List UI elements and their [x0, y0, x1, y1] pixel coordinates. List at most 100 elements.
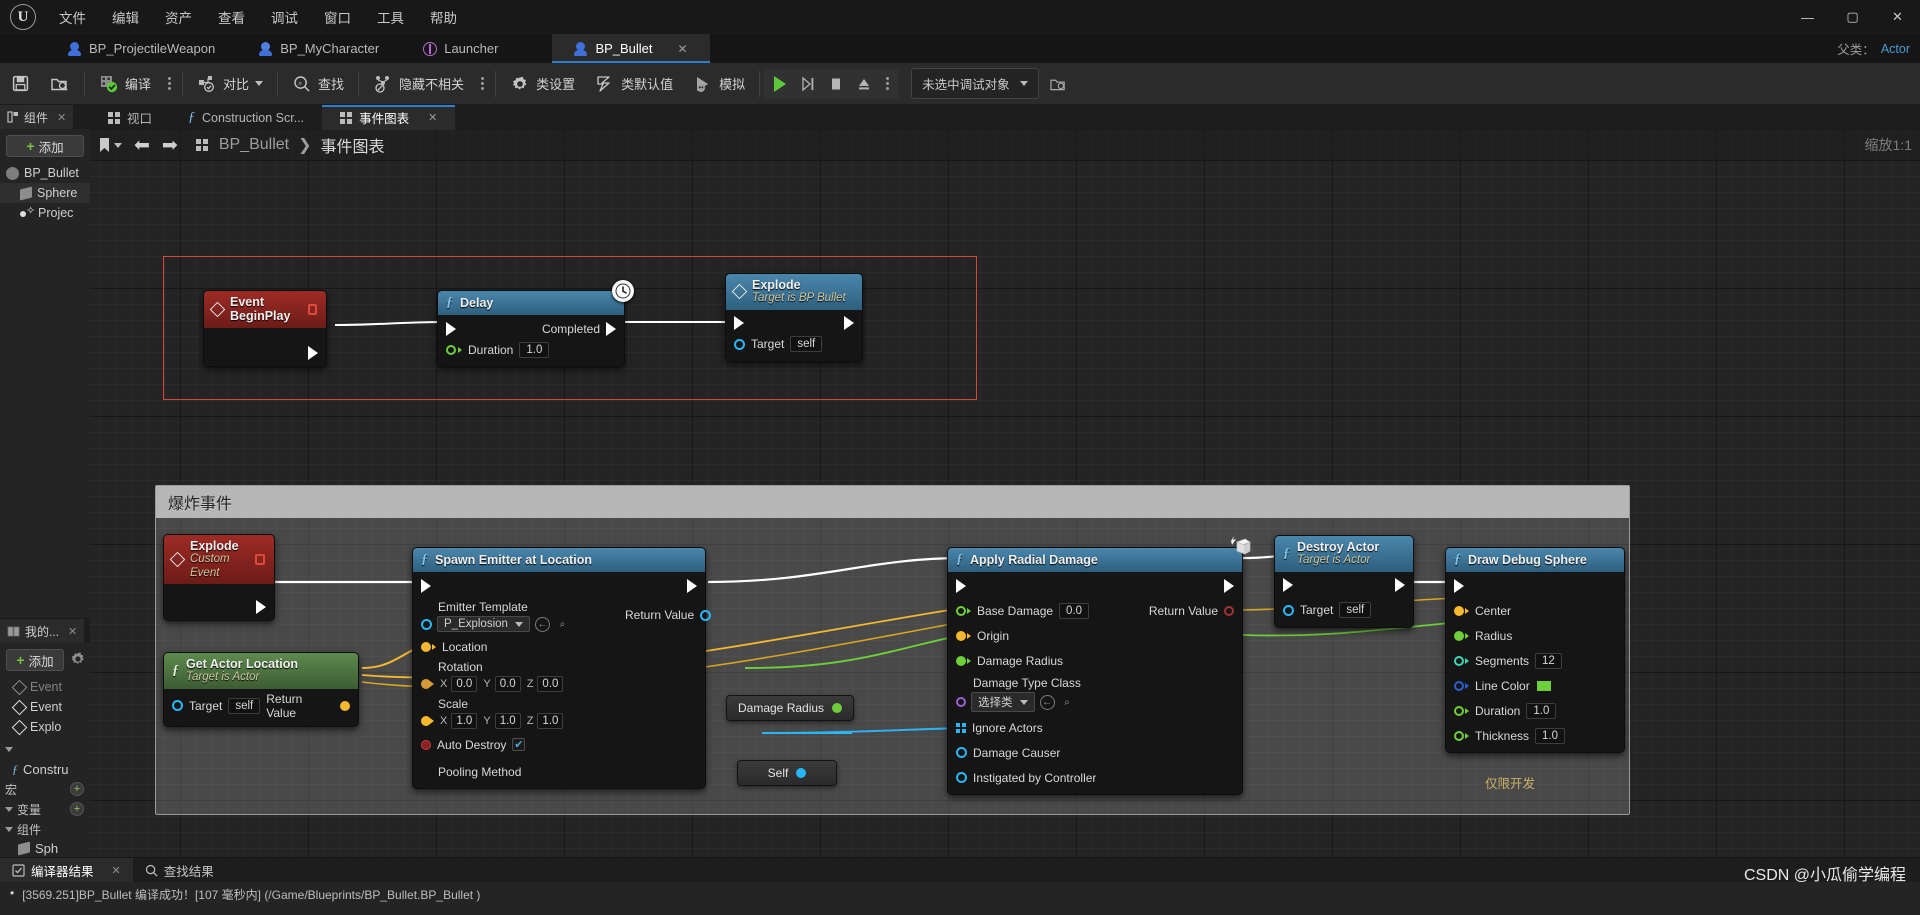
parent-class-value[interactable]: Actor	[1881, 42, 1910, 56]
close-icon[interactable]: ✕	[428, 111, 437, 124]
node-draw-debug-sphere[interactable]: ƒ Draw Debug Sphere Center Radius Segmen…	[1445, 547, 1625, 753]
tab-launcher[interactable]: Launcher	[401, 34, 520, 63]
breakpoint-icon[interactable]	[255, 553, 265, 565]
back-to-asset-icon[interactable]: ←	[1039, 694, 1055, 710]
tree-row-bp-bullet[interactable]: BP_Bullet	[0, 163, 90, 183]
pin-row-line-color[interactable]: Line Color	[1446, 675, 1624, 696]
node-destroy-actor[interactable]: ƒ Destroy Actor Target is Actor Target s…	[1274, 535, 1414, 628]
tree-row-projectile[interactable]: Projec	[0, 203, 90, 223]
breakpoint-icon[interactable]	[307, 303, 317, 315]
pin-row-target[interactable]: Target self Return Value	[164, 692, 358, 720]
rotation-z-value[interactable]: 0.0	[537, 676, 564, 692]
browse-asset-icon[interactable]: ⌕	[555, 617, 570, 632]
browse-asset-icon[interactable]: ⌕	[1060, 695, 1075, 710]
pin-row-damage-type-class[interactable]: Damage Type Class 选择类 ← ⌕	[948, 676, 1242, 712]
tab-components[interactable]: 组件 ✕	[0, 105, 74, 129]
spawn-emitter-return-value-row[interactable]: Return Value	[625, 608, 712, 622]
pin-row-target[interactable]: Target self	[726, 334, 862, 355]
add-component-button[interactable]: + 添加	[6, 135, 84, 157]
pin-row-rotation[interactable]: Rotation X 0.0 Y 0.0 Z 0.0	[413, 660, 705, 692]
minimize-button[interactable]: —	[1785, 0, 1830, 34]
node-spawn-emitter-at-location[interactable]: ƒ Spawn Emitter at Location Emitter Temp…	[412, 547, 706, 789]
section-construction-script[interactable]: ƒ Constru	[0, 759, 90, 779]
duration-value[interactable]: 1.0	[1526, 702, 1557, 719]
save-button[interactable]	[0, 63, 40, 105]
menu-help[interactable]: 帮助	[417, 3, 470, 31]
pin-row-exec[interactable]	[948, 575, 1242, 596]
simulate-button[interactable]: 模拟	[683, 63, 755, 105]
pin-row-damage-causer[interactable]: Damage Causer	[948, 742, 1242, 763]
close-icon[interactable]: ✕	[57, 111, 66, 124]
close-icon[interactable]: ✕	[678, 42, 688, 56]
eject-button[interactable]	[851, 71, 877, 97]
section-macros[interactable]: 宏 +	[0, 779, 90, 799]
back-to-asset-icon[interactable]: ←	[534, 616, 550, 632]
compile-button[interactable]: 编译	[89, 63, 161, 105]
duration-value[interactable]: 1.0	[519, 341, 550, 358]
node-get-actor-location[interactable]: ƒ Get Actor Location Target is Actor Tar…	[163, 652, 359, 727]
reroute-self[interactable]: Self	[737, 760, 837, 786]
pin-row-center[interactable]: Center	[1446, 600, 1624, 621]
class-settings-button[interactable]: 类设置	[500, 63, 585, 105]
forward-button[interactable]: ➡	[162, 136, 178, 155]
bookmark-button[interactable]	[98, 137, 122, 154]
node-delay[interactable]: ƒ Delay Completed Duration 1.0	[437, 290, 625, 367]
list-item[interactable]: Explo	[0, 717, 90, 737]
thickness-value[interactable]: 1.0	[1535, 727, 1566, 744]
pin-row-instigated-by-controller[interactable]: Instigated by Controller	[948, 767, 1242, 788]
pin-row-exec[interactable]	[726, 313, 862, 334]
tab-my-blueprint[interactable]: 我的... ✕	[0, 619, 85, 643]
pin-row-location[interactable]: Location	[413, 636, 705, 657]
section-sphere[interactable]: Sph	[0, 839, 90, 857]
pin-row-origin[interactable]: Origin	[948, 625, 1242, 646]
target-value[interactable]: self	[1339, 602, 1372, 619]
menu-debug[interactable]: 调试	[258, 3, 311, 31]
event-graph-canvas[interactable]: ⬅ ➡ BP_Bullet ❯ 事件图表 缩放1:1 爆炸事件 Event Be…	[90, 130, 1920, 857]
pin-row-base-damage[interactable]: Base Damage 0.0 Return Value	[948, 600, 1242, 621]
maximize-button[interactable]: ▢	[1830, 0, 1875, 34]
hide-unrelated-options-button[interactable]	[474, 77, 491, 90]
tab-viewport[interactable]: 视口	[90, 105, 170, 130]
tab-construction-script[interactable]: ƒ Construction Scr...	[170, 105, 322, 130]
close-icon[interactable]: ✕	[68, 625, 77, 638]
emitter-template-dropdown[interactable]: P_Explosion	[437, 616, 530, 632]
node-explode-call[interactable]: Explode Target is BP Bullet Target self	[725, 273, 863, 362]
node-explode-custom-event[interactable]: Explode Custom Event	[163, 534, 275, 621]
step-button[interactable]	[795, 71, 821, 97]
reroute-damage-radius[interactable]: Damage Radius	[726, 695, 855, 721]
tab-event-graph[interactable]: 事件图表 ✕	[322, 105, 456, 130]
menu-view[interactable]: 查看	[205, 3, 258, 31]
back-button[interactable]: ⬅	[134, 136, 150, 155]
section-collapse-toggle[interactable]	[0, 739, 90, 759]
list-item[interactable]: Event	[0, 697, 90, 717]
target-value[interactable]: self	[228, 697, 261, 714]
pin-row-radius[interactable]: Radius	[1446, 625, 1624, 646]
add-macro-button[interactable]: +	[70, 782, 84, 796]
base-damage-value[interactable]: 0.0	[1059, 602, 1090, 619]
menu-window[interactable]: 窗口	[311, 3, 364, 31]
class-defaults-button[interactable]: 类默认值	[585, 63, 683, 105]
pin-row-exec-out[interactable]	[204, 343, 326, 364]
scale-x-value[interactable]: 1.0	[451, 713, 478, 729]
hide-unrelated-button[interactable]: 隐藏不相关	[363, 63, 474, 105]
close-icon[interactable]: ✕	[112, 864, 121, 877]
add-variable-button[interactable]: +	[70, 802, 84, 816]
damage-type-class-dropdown[interactable]: 选择类	[971, 692, 1035, 712]
tab-bp-mycharacter[interactable]: BP_MyCharacter	[237, 34, 401, 63]
tab-compiler-results[interactable]: 编译器结果 ✕	[0, 858, 133, 882]
menu-assets[interactable]: 资产	[152, 3, 205, 31]
compile-options-button[interactable]	[161, 77, 178, 90]
pin-row-segments[interactable]: Segments 12	[1446, 650, 1624, 671]
pin-row-exec-out[interactable]	[164, 597, 274, 618]
rotation-x-value[interactable]: 0.0	[451, 676, 478, 692]
pin-row-damage-radius[interactable]: Damage Radius	[948, 650, 1242, 671]
menu-file[interactable]: 文件	[46, 3, 99, 31]
target-value[interactable]: self	[790, 336, 823, 353]
play-options-button[interactable]	[879, 77, 896, 90]
tree-row-sphere[interactable]: Sphere	[0, 183, 90, 203]
scale-y-value[interactable]: 1.0	[494, 713, 521, 729]
browse-content-button[interactable]	[40, 63, 80, 105]
section-components[interactable]: 组件	[0, 819, 90, 839]
scale-z-value[interactable]: 1.0	[537, 713, 564, 729]
diff-button[interactable]: 对比	[187, 63, 273, 105]
